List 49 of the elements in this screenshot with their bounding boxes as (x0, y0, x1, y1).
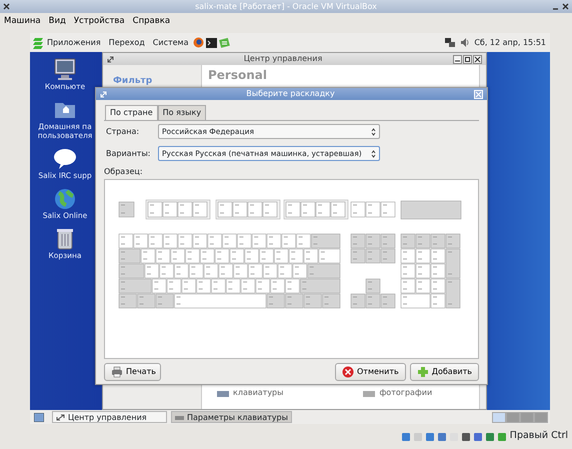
field-label: Страна: (106, 126, 140, 138)
chevron-icon (371, 128, 376, 136)
menu-item[interactable]: Приложения (47, 36, 101, 48)
volume-icon[interactable] (460, 37, 470, 48)
menu-item[interactable]: Переход (108, 36, 145, 48)
close-icon[interactable] (3, 3, 10, 10)
terminal-icon[interactable] (206, 38, 218, 48)
menu-item[interactable]: Система (152, 36, 188, 48)
workspace-switcher[interactable] (520, 412, 534, 422)
add-button[interactable]: Добавить (410, 363, 479, 381)
minimize-icon[interactable] (453, 54, 462, 64)
menu-item[interactable]: Машина (4, 15, 41, 31)
taskbar-button[interactable]: Параметры клавиатуры (171, 411, 292, 423)
chat-icon[interactable] (52, 147, 77, 171)
window-title: salix-mate [Работает] - Oracle VM VirtualBox (0, 0, 572, 13)
printer-icon (111, 366, 123, 378)
close-icon (342, 366, 354, 378)
workspace-switcher[interactable] (534, 412, 548, 422)
filter-label: Фильтр (113, 75, 154, 88)
item-label[interactable]: фотографии (379, 389, 432, 397)
item-label[interactable]: клавиатуры (233, 389, 284, 397)
taskbar-button[interactable]: Центр управления (52, 411, 167, 423)
browser-icon[interactable] (193, 37, 204, 48)
section-heading: Personal (207, 67, 268, 84)
preview-label: Образец: (104, 166, 144, 178)
field-label: Варианты: (106, 148, 152, 160)
cancel-button[interactable]: Отменить (335, 363, 406, 381)
workspace-switcher[interactable] (506, 412, 520, 422)
desktop-icon[interactable] (34, 412, 44, 422)
chevron-icon (371, 150, 376, 158)
plus-icon (416, 366, 429, 378)
close-icon[interactable] (473, 54, 482, 64)
computer-icon[interactable] (52, 58, 77, 82)
resize-icon (56, 414, 65, 420)
tab[interactable]: По языку (158, 105, 206, 120)
menu-item[interactable]: Устройства (74, 15, 125, 31)
dialog-title: Выберите раскладку (245, 88, 336, 100)
menu-item[interactable]: Вид (48, 15, 66, 31)
workspace-switcher[interactable] (492, 412, 506, 422)
menu-item[interactable]: Справка (132, 15, 170, 31)
close-icon[interactable] (562, 3, 569, 10)
host-key-label: Правый Ctrl (510, 429, 568, 444)
print-button[interactable]: Печать (104, 363, 161, 381)
maximize-icon[interactable] (463, 54, 472, 64)
window-title: Центр управления (242, 53, 324, 65)
app-menu-icon[interactable] (32, 36, 44, 48)
resize-icon[interactable] (107, 56, 114, 62)
tab[interactable]: По стране (105, 105, 158, 120)
clock[interactable]: Сб, 12 апр, 15:51 (474, 36, 546, 48)
